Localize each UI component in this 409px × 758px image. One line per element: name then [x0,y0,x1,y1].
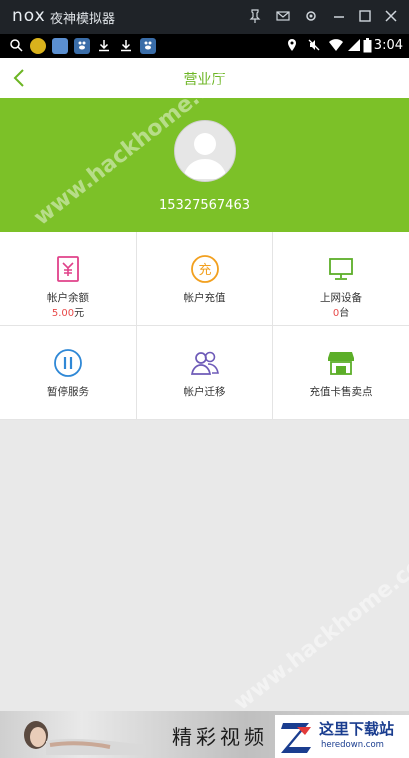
grid-item-card-outlets[interactable]: 充值卡售卖点 [273,326,409,420]
baidu-icon [74,38,90,54]
app-header: 营业厅 [0,58,409,98]
minimize-icon[interactable] [330,8,348,26]
users-icon [190,351,219,375]
maximize-icon[interactable] [356,8,374,26]
emulator-title: 夜神模拟器 [50,12,116,27]
app-icon [30,38,46,54]
status-time: 3:04 [373,38,403,53]
baidu-icon [140,38,156,54]
ad-person-image [24,721,146,755]
download-icon [118,38,134,54]
search-icon [8,38,24,54]
grid-item-label: 帐户余额 [47,292,89,304]
grid-item-balance[interactable]: 帐户余额 5.00元 [0,232,137,326]
devices-value: 0台 [332,308,350,319]
battery-icon [362,38,372,54]
grid-item-label: 帐户充值 [183,292,226,304]
site-logo: 这里下载站 heredown.com [275,715,409,758]
signal-icon [346,38,362,54]
mute-icon [306,38,322,54]
function-grid: 帐户余额 5.00元 充 帐户充值 上网设备 0台 暂停服务 帐户迁移 充值卡售… [0,232,409,420]
page-title: 营业厅 [183,72,226,88]
gear-icon[interactable] [302,8,320,26]
user-silhouette-icon [183,133,227,179]
recharge-icon: 充 [190,255,219,283]
grid-item-label: 帐户迁移 [183,386,226,398]
ad-text: 精彩视频 [172,725,268,749]
grid-item-label: 上网设备 [320,292,362,304]
grid-item-account-transfer[interactable]: 帐户迁移 [137,326,273,420]
grid-item-recharge[interactable]: 充 帐户充值 [137,232,273,326]
profile-section: 15327567463 [0,98,409,232]
grid-item-pause-service[interactable]: 暂停服务 [0,326,137,420]
grid-item-devices[interactable]: 上网设备 0台 [273,232,409,326]
close-icon[interactable] [382,8,400,26]
wallet-yen-icon [57,256,79,282]
location-icon [284,38,300,54]
pause-icon [54,349,82,377]
download-icon [96,38,112,54]
wifi-icon [328,38,344,54]
avatar[interactable] [174,120,236,182]
phone-number: 15327567463 [159,198,250,213]
z-logo-icon [281,723,311,753]
ad-banner[interactable]: 精彩视频 这里下载站 heredown.com [0,711,409,758]
balance-value: 5.00元 [51,308,85,319]
grid-item-label: 暂停服务 [47,386,89,398]
grid-item-label: 充值卡售卖点 [309,386,373,398]
watermark-text: www.hackhome.com [229,539,409,716]
site-logo-name: 这里下载站 [319,720,395,738]
site-logo-url: heredown.com [321,740,384,750]
svg-text:充: 充 [198,262,211,278]
monitor-icon [329,258,353,280]
emulator-title-bar: nox 夜神模拟器 [0,0,409,34]
app-icon [52,38,68,54]
nox-logo: nox [12,6,46,26]
mail-icon[interactable] [274,8,292,26]
store-icon [328,352,354,375]
pin-icon[interactable] [246,8,264,26]
status-bar: 3:04 [0,34,409,58]
